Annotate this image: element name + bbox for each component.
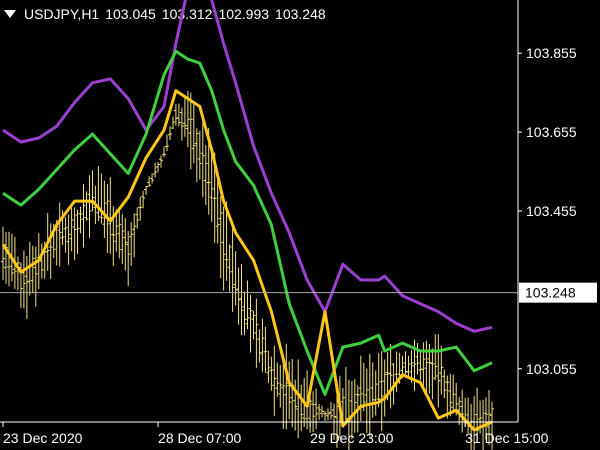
price-tick-label: 103.455 (526, 203, 577, 219)
price-tick-label: 103.055 (526, 361, 577, 377)
current-price-box: 103.248 (519, 282, 597, 303)
price-bars (1, 90, 494, 450)
current-price-label: 103.248 (525, 285, 576, 301)
lower-band-line (1, 89, 493, 432)
price-axis-labels: 103.855 103.655 103.455 103.055 (518, 45, 577, 377)
time-tick-label: 28 Dec 07:00 (158, 430, 241, 446)
price-tick-label: 103.655 (526, 124, 577, 140)
price-chart[interactable]: 103.855 103.655 103.455 103.055 23 Dec 2020… (0, 0, 600, 450)
time-axis-labels: 23 Dec 2020 28 Dec 07:00 29 Dec 23:00 31 De… (2, 422, 549, 446)
time-tick-label: 29 Dec 23:00 (310, 430, 393, 446)
time-tick-label: 23 Dec 2020 (3, 430, 83, 446)
price-tick-label: 103.855 (526, 45, 577, 61)
time-tick-label: 31 Dec 15:00 (465, 430, 548, 446)
